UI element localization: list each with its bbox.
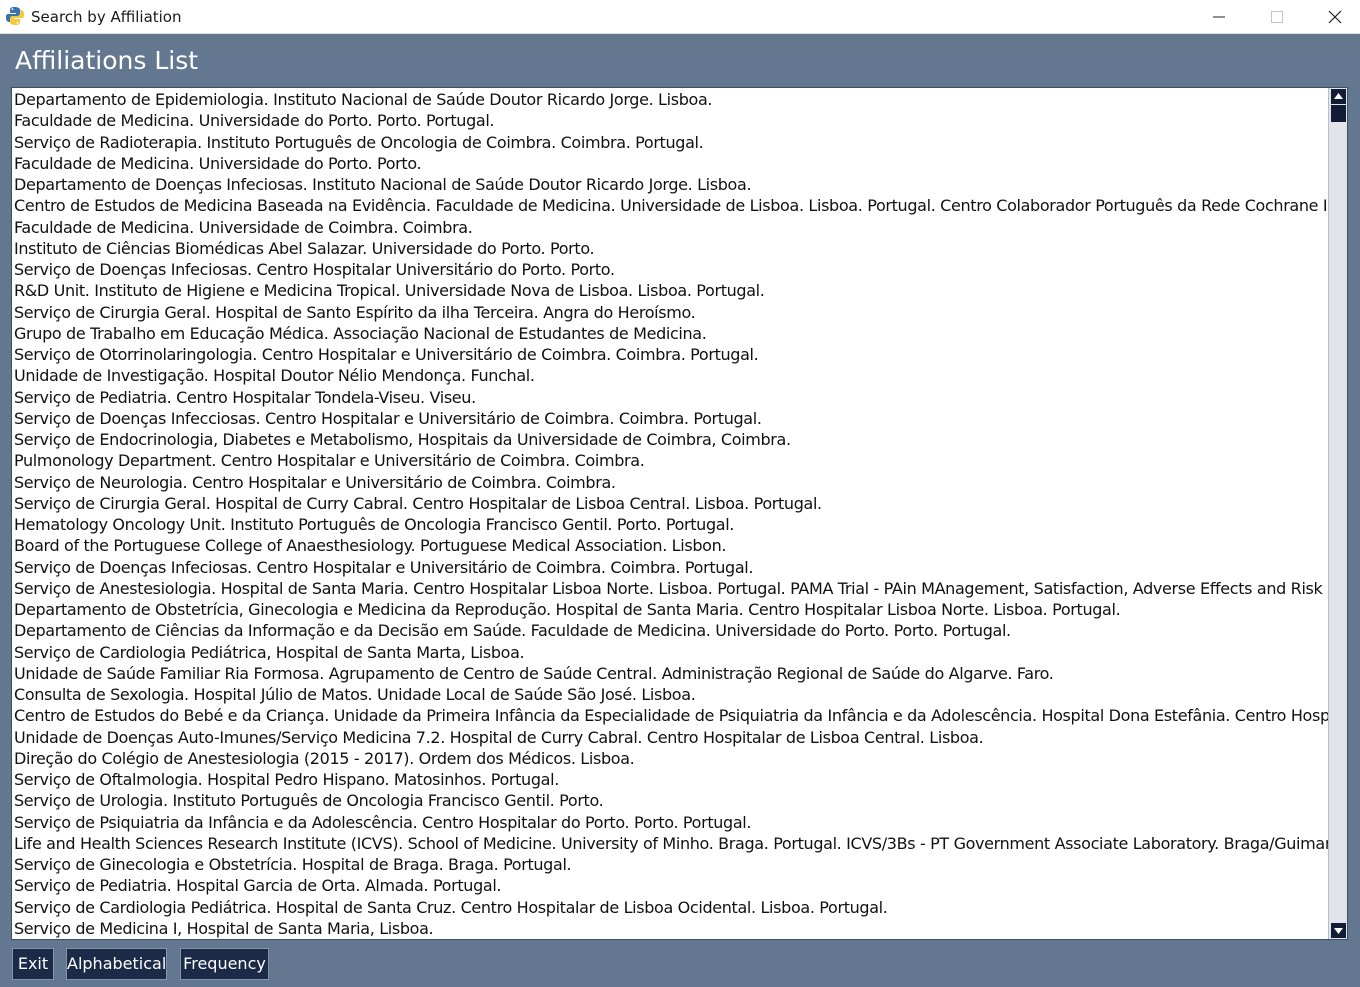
list-item[interactable]: Faculdade de Medicina. Universidade do P… [12, 110, 1328, 131]
close-button[interactable] [1306, 0, 1360, 34]
list-item[interactable]: Instituto de Ciências Biomédicas Abel Sa… [12, 238, 1328, 259]
python-logo-icon [6, 6, 24, 26]
list-item[interactable]: Unidade de Investigação. Hospital Doutor… [12, 365, 1328, 386]
list-item[interactable]: Serviço de Medicina I, Hospital de Santa… [12, 918, 1328, 939]
maximize-icon [1271, 11, 1283, 23]
list-item[interactable]: Serviço de Ginecologia e Obstetrícia. Ho… [12, 854, 1328, 875]
list-item[interactable]: Serviço de Psiquiatria da Infância e da … [12, 812, 1328, 833]
affiliations-list: Departamento de Epidemiologia. Instituto… [12, 88, 1328, 939]
list-item[interactable]: Centro de Estudos do Bebé e da Criança. … [12, 705, 1328, 726]
list-item[interactable]: Departamento de Epidemiologia. Instituto… [12, 89, 1328, 110]
scroll-up-button[interactable] [1331, 89, 1346, 104]
page-title: Affiliations List [15, 46, 199, 75]
list-item[interactable]: Departamento de Doenças Infeciosas. Inst… [12, 174, 1328, 195]
list-item[interactable]: Consulta de Sexologia. Hospital Júlio de… [12, 684, 1328, 705]
close-icon [1328, 10, 1342, 24]
minimize-button[interactable] [1190, 0, 1248, 34]
affiliations-listbox[interactable]: Departamento de Epidemiologia. Instituto… [11, 87, 1348, 940]
list-item[interactable]: Serviço de Doenças Infecciosas. Centro H… [12, 408, 1328, 429]
list-item[interactable]: Faculdade de Medicina. Universidade do P… [12, 153, 1328, 174]
alphabetical-button[interactable]: Alphabetical [66, 948, 167, 980]
list-item[interactable]: Serviço de Oftalmologia. Hospital Pedro … [12, 769, 1328, 790]
list-item[interactable]: Life and Health Sciences Research Instit… [12, 833, 1328, 854]
list-item[interactable]: Serviço de Doenças Infeciosas. Centro Ho… [12, 259, 1328, 280]
maximize-button[interactable] [1248, 0, 1306, 34]
scroll-thumb[interactable] [1331, 105, 1346, 122]
list-item[interactable]: Serviço de Cardiologia Pediátrica, Hospi… [12, 642, 1328, 663]
exit-button[interactable]: Exit [12, 948, 54, 980]
list-item[interactable]: Serviço de Doenças Infeciosas. Centro Ho… [12, 557, 1328, 578]
list-item[interactable]: Serviço de Neurologia. Centro Hospitalar… [12, 472, 1328, 493]
list-item[interactable]: Unidade de Doenças Auto-Imunes/Serviço M… [12, 727, 1328, 748]
list-item[interactable]: Departamento de Ciências da Informação e… [12, 620, 1328, 641]
title-bar: Search by Affiliation [0, 0, 1360, 34]
list-item[interactable]: Serviço de Urologia. Instituto Português… [12, 790, 1328, 811]
arrow-down-icon [1334, 928, 1343, 934]
list-item[interactable]: Serviço de Pediatria. Centro Hospitalar … [12, 387, 1328, 408]
list-item[interactable]: Serviço de Cirurgia Geral. Hospital de S… [12, 302, 1328, 323]
list-item[interactable]: Pulmonology Department. Centro Hospitala… [12, 450, 1328, 471]
list-item[interactable]: Serviço de Radioterapia. Instituto Portu… [12, 132, 1328, 153]
list-item[interactable]: R&D Unit. Instituto de Higiene e Medicin… [12, 280, 1328, 301]
list-item[interactable]: Grupo de Trabalho em Educação Médica. As… [12, 323, 1328, 344]
arrow-up-icon [1334, 93, 1343, 99]
list-item[interactable]: Hematology Oncology Unit. Instituto Port… [12, 514, 1328, 535]
list-item[interactable]: Serviço de Pediatria. Hospital Garcia de… [12, 875, 1328, 896]
list-item[interactable]: Direção do Colégio de Anestesiologia (20… [12, 748, 1328, 769]
list-item[interactable]: Serviço de Anestesiologia. Hospital de S… [12, 578, 1328, 599]
minimize-icon [1213, 16, 1225, 18]
list-item[interactable]: Unidade de Saúde Familiar Ria Formosa. A… [12, 663, 1328, 684]
list-item[interactable]: Serviço de Cirurgia Geral. Hospital de C… [12, 493, 1328, 514]
scroll-down-button[interactable] [1331, 923, 1346, 938]
window-title: Search by Affiliation [31, 8, 182, 26]
list-item[interactable]: Faculdade de Medicina. Universidade de C… [12, 217, 1328, 238]
list-item[interactable]: Departamento de Obstetrícia, Ginecologia… [12, 599, 1328, 620]
list-item[interactable]: Serviço de Otorrinolaringologia. Centro … [12, 344, 1328, 365]
list-item[interactable]: Serviço de Endocrinologia, Diabetes e Me… [12, 429, 1328, 450]
vertical-scrollbar[interactable] [1328, 88, 1347, 939]
list-item[interactable]: Serviço de Cardiologia Pediátrica. Hospi… [12, 897, 1328, 918]
frequency-button[interactable]: Frequency [180, 948, 269, 980]
list-item[interactable]: Board of the Portuguese College of Anaes… [12, 535, 1328, 556]
list-item[interactable]: Centro de Estudos de Medicina Baseada na… [12, 195, 1328, 216]
